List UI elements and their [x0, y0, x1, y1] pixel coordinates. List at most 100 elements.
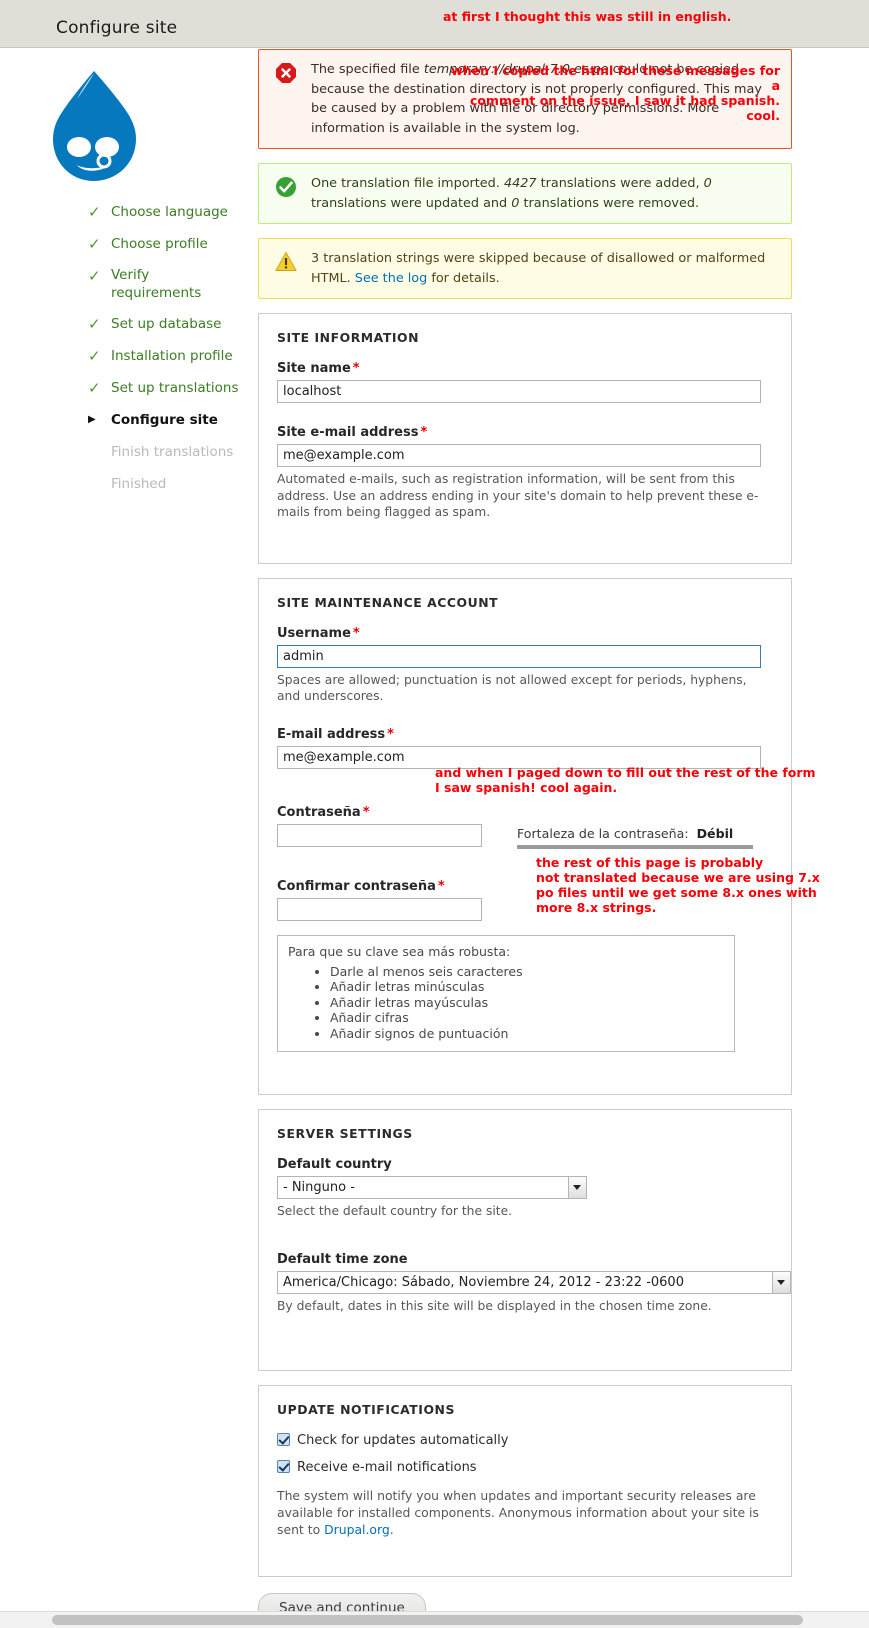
update-notifications-legend: UPDATE NOTIFICATIONS	[277, 1402, 455, 1417]
username-input[interactable]	[277, 644, 761, 668]
site-information-legend: SITE INFORMATION	[277, 330, 420, 345]
site-name-label: Site name *	[277, 361, 773, 376]
username-label-text: Username	[277, 625, 351, 641]
list-item: Añadir letras mayúsculas	[330, 995, 724, 1011]
step-finished: Finished	[88, 474, 253, 494]
horizontal-scrollbar[interactable]	[0, 1611, 869, 1628]
password-strength-bar	[517, 844, 753, 849]
password-tips-list: Darle al menos seis caracteres Añadir le…	[288, 964, 724, 1042]
check-icon: ✓	[88, 347, 101, 365]
maintenance-account-fieldset: SITE MAINTENANCE ACCOUNT Username* Space…	[258, 577, 792, 1095]
annotation-html-copy: when I copied the html for these message…	[451, 63, 780, 123]
chevron-down-icon[interactable]	[568, 1177, 586, 1198]
check-icon: ✓	[88, 315, 101, 333]
default-timezone-select[interactable]: America/Chicago: Sábado, Noviembre 24, 2…	[277, 1270, 791, 1294]
password-label-text: Contraseña	[277, 804, 361, 820]
default-timezone-description: By default, dates in this site will be d…	[277, 1298, 712, 1313]
password-input[interactable]	[277, 823, 482, 847]
default-timezone-value: America/Chicago: Sábado, Noviembre 24, 2…	[283, 1274, 684, 1290]
site-name-label-text: Site name	[277, 361, 351, 376]
step-label: Set up database	[111, 316, 222, 332]
password-label: Contraseña *	[277, 805, 773, 820]
step-choose-profile: ✓ Choose profile	[88, 234, 253, 254]
status-part1: One translation file imported.	[311, 176, 504, 191]
scrollbar-thumb[interactable]	[52, 1615, 803, 1625]
password-strength-value: Débil	[696, 825, 734, 841]
password-tips-box: Para que su clave sea más robusta: Darle…	[277, 934, 735, 1052]
default-country-value: - Ninguno -	[283, 1180, 355, 1195]
install-main-content: The specified file temporary://drupal-7.…	[258, 49, 792, 1623]
step-label: Verify requirements	[111, 267, 202, 301]
maintenance-account-legend: SITE MAINTENANCE ACCOUNT	[277, 594, 499, 610]
site-email-label-text: Site e-mail address	[277, 425, 419, 440]
email-notifications-label: Receive e-mail notifications	[297, 1460, 477, 1475]
check-icon: ✓	[88, 203, 101, 221]
server-settings-legend: SERVER SETTINGS	[277, 1126, 413, 1141]
step-label: Finished	[111, 476, 167, 492]
list-item: Añadir cifras	[330, 1010, 724, 1026]
update-notifications-fieldset: UPDATE NOTIFICATIONS Check for updates a…	[258, 1385, 792, 1577]
account-email-label: E-mail address *	[277, 727, 773, 742]
site-email-label: Site e-mail address *	[277, 425, 773, 440]
required-marker: *	[362, 804, 370, 820]
step-set-up-database: ✓ Set up database	[88, 314, 253, 334]
email-notifications-row[interactable]: Receive e-mail notifications	[277, 1460, 773, 1476]
install-steps: ✓ Choose language ✓ Choose profile ✓ Ver…	[88, 202, 253, 506]
check-icon: ✓	[88, 235, 101, 253]
notif-desc-part2: .	[389, 1522, 394, 1537]
step-label: Choose profile	[111, 236, 208, 252]
step-label: Choose language	[111, 204, 228, 220]
status-count-updated: 0	[703, 176, 712, 191]
step-configure-site: ▶ Configure site	[88, 410, 253, 430]
site-information-fieldset: SITE INFORMATION Site name* Site e-mail …	[258, 313, 792, 564]
check-updates-checkbox[interactable]	[277, 1433, 290, 1446]
page-title: Configure site	[56, 18, 178, 38]
site-email-input[interactable]	[277, 444, 761, 467]
step-label: Set up translations	[111, 380, 239, 396]
drupal-org-link[interactable]: Drupal.org	[324, 1522, 390, 1537]
step-finish-translations: Finish translations	[88, 442, 253, 462]
username-label: Username *	[277, 626, 773, 641]
username-description: Spaces are allowed; punctuation is not a…	[277, 672, 747, 704]
annotation-paged-down: and when I paged down to fill out the re…	[435, 765, 816, 795]
required-marker: *	[387, 726, 394, 742]
check-icon: ✓	[88, 379, 101, 397]
email-notifications-checkbox[interactable]	[277, 1460, 290, 1473]
required-marker: *	[420, 425, 428, 440]
annotation-not-translated: the rest of this page is probably not tr…	[536, 855, 820, 915]
check-updates-row[interactable]: Check for updates automatically	[277, 1433, 773, 1449]
required-marker: *	[352, 625, 360, 641]
step-label: Finish translations	[111, 444, 234, 460]
list-item: Darle al menos seis caracteres	[330, 964, 724, 980]
site-email-description: Automated e-mails, such as registration …	[277, 472, 759, 519]
default-country-label: Default country	[277, 1157, 392, 1172]
update-notifications-description: The system will notify you when updates …	[277, 1487, 773, 1538]
step-label: Configure site	[111, 412, 218, 428]
step-choose-language: ✓ Choose language	[88, 202, 253, 222]
required-marker: *	[437, 878, 445, 894]
check-updates-label: Check for updates automatically	[297, 1433, 509, 1448]
step-installation-profile: ✓ Installation profile	[88, 346, 253, 366]
check-circle-icon	[276, 177, 296, 197]
step-label: Installation profile	[111, 348, 233, 364]
chevron-down-icon[interactable]	[772, 1271, 790, 1293]
status-count-added: 4427	[503, 176, 537, 191]
drupal-drop-logo	[53, 71, 136, 181]
list-item: Añadir letras minúsculas	[330, 979, 724, 995]
status-part3: translations were updated and	[311, 195, 512, 211]
required-marker: *	[352, 361, 360, 376]
step-set-up-translations: ✓ Set up translations	[88, 378, 253, 398]
site-name-input[interactable]	[277, 380, 761, 403]
default-country-description: Select the default country for the site.	[277, 1204, 513, 1218]
confirm-password-input[interactable]	[277, 897, 482, 921]
warning-part2: for details.	[427, 270, 500, 286]
warning-triangle-icon	[275, 251, 297, 271]
password-strength-indicator: Fortaleza de la contraseña: Débil	[517, 826, 757, 841]
status-part4: translations were removed.	[519, 195, 700, 211]
see-the-log-link[interactable]: See the log	[355, 271, 428, 286]
step-verify-requirements: ✓ Verify requirements	[88, 266, 209, 302]
account-email-label-text: E-mail address	[277, 726, 386, 742]
status-message: One translation file imported. 4427 tran…	[258, 163, 792, 224]
default-country-select[interactable]: - Ninguno -	[277, 1176, 587, 1199]
confirm-password-label-text: Confirmar contraseña	[277, 878, 436, 894]
